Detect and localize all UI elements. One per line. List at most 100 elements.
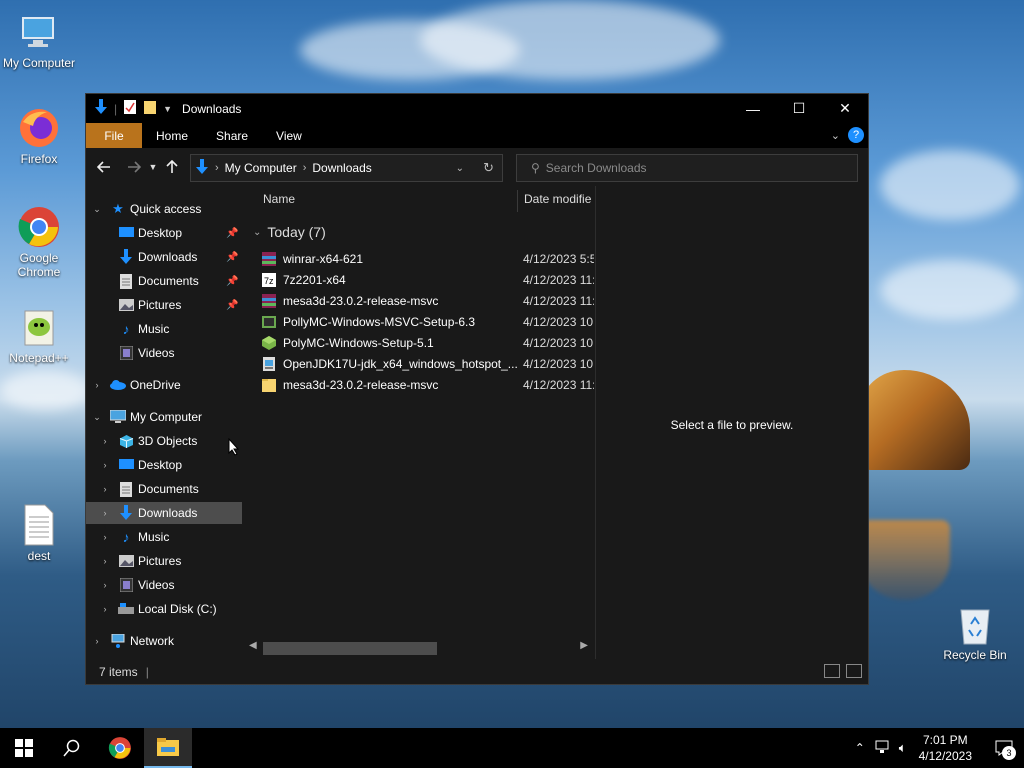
horizontal-scrollbar[interactable]: ◀ ▶ [243, 637, 594, 659]
nav-quick-music[interactable]: ♪ Music [86, 318, 242, 340]
chevron-right-icon[interactable]: › [100, 436, 110, 446]
large-icons-view-button[interactable] [846, 664, 862, 678]
column-divider[interactable] [517, 190, 518, 212]
chevron-right-icon[interactable]: › [100, 508, 110, 518]
file-row[interactable]: OpenJDK17U-jdk_x64_windows_hotspot_... 4… [261, 353, 594, 374]
nav-3d-objects[interactable]: › 3D Objects [86, 430, 242, 452]
scroll-left-arrow-icon[interactable]: ◀ [249, 640, 257, 651]
recent-locations-button[interactable]: ▼ [146, 155, 160, 179]
help-icon[interactable]: ? [848, 127, 864, 143]
address-bar[interactable]: › My Computer › Downloads ⌄ ↻ [190, 154, 503, 182]
chevron-right-icon[interactable]: › [100, 556, 110, 566]
new-folder-icon[interactable] [143, 99, 157, 118]
search-box[interactable]: ⚲ [516, 154, 858, 182]
column-date-header[interactable]: Date modifie [524, 192, 594, 206]
file-date: 4/12/2023 11: [523, 293, 594, 308]
action-center-button[interactable]: 3 [984, 728, 1024, 768]
tab-view[interactable]: View [262, 123, 316, 148]
address-history-chevron-icon[interactable]: ⌄ [456, 163, 464, 174]
chevron-right-icon[interactable]: › [100, 484, 110, 494]
nav-my-computer[interactable]: ⌄ My Computer [86, 406, 242, 428]
start-button[interactable] [0, 728, 48, 768]
desktop-icon-recycle-bin[interactable]: Recycle Bin [937, 602, 1013, 662]
desktop-icon-my-computer[interactable]: My Computer [1, 10, 77, 70]
show-hidden-icons-chevron-icon[interactable]: ⌃ [855, 741, 865, 755]
documents-icon [118, 481, 134, 497]
file-row[interactable]: PolyMC-Windows-Setup-5.1 4/12/2023 10: [261, 332, 594, 353]
nav-documents[interactable]: › Documents [86, 478, 242, 500]
taskbar-file-explorer[interactable] [144, 728, 192, 768]
nav-label: Quick access [130, 202, 202, 216]
back-button[interactable] [92, 155, 116, 179]
chevron-right-icon[interactable]: › [100, 532, 110, 542]
details-view-button[interactable] [824, 664, 840, 678]
desktop-icon-firefox[interactable]: Firefox [1, 106, 77, 166]
close-button[interactable]: ✕ [822, 94, 868, 123]
maximize-button[interactable]: ☐ [776, 94, 822, 123]
file-row[interactable]: PollyMC-Windows-MSVC-Setup-6.3 4/12/2023… [261, 311, 594, 332]
desktop-icon-notepadpp[interactable]: Notepad++ [1, 305, 77, 365]
column-name-header[interactable]: Name [263, 192, 295, 206]
customize-toolbar-icon[interactable]: ▼ [163, 104, 172, 114]
tab-file[interactable]: File [86, 123, 142, 148]
file-row[interactable]: mesa3d-23.0.2-release-msvc 4/12/2023 11: [261, 374, 594, 395]
up-button[interactable] [160, 155, 184, 179]
desktop-icon-label: Firefox [20, 152, 58, 166]
breadcrumb-my-computer[interactable]: My Computer [225, 161, 297, 175]
scroll-thumb[interactable] [263, 642, 437, 655]
nav-onedrive[interactable]: › OneDrive [86, 374, 242, 396]
desktop-icon-dest[interactable]: dest [1, 503, 77, 563]
chevron-down-icon[interactable]: ⌄ [92, 204, 102, 215]
nav-quick-access[interactable]: ⌄ ★ Quick access [86, 198, 242, 220]
desktop-icon-label: Notepad++ [9, 351, 69, 365]
file-row[interactable]: 7z 7z2201-x64 4/12/2023 11: [261, 269, 594, 290]
nav-network[interactable]: › Network [86, 630, 242, 652]
taskbar-chrome[interactable] [96, 728, 144, 768]
chevron-right-icon[interactable]: › [92, 636, 102, 646]
search-button[interactable] [48, 728, 96, 768]
nav-desktop[interactable]: › Desktop [86, 454, 242, 476]
network-icon[interactable] [875, 740, 891, 757]
videos-icon [118, 345, 134, 361]
chevron-down-icon[interactable]: ⌄ [92, 412, 102, 423]
minimize-button[interactable]: — [730, 94, 776, 123]
nav-quick-desktop[interactable]: Desktop 📌 [86, 222, 242, 244]
volume-icon[interactable]: 🔈︎ [899, 740, 907, 756]
quick-access-toolbar: | ▼ [86, 99, 172, 118]
pictures-icon [118, 297, 134, 313]
tab-share[interactable]: Share [202, 123, 262, 148]
expand-ribbon-icon[interactable]: ⌄ [831, 129, 840, 142]
chevron-right-icon[interactable]: › [92, 380, 102, 390]
scroll-right-arrow-icon[interactable]: ▶ [580, 640, 588, 651]
pin-icon: 📌 [226, 227, 239, 239]
file-row[interactable]: winrar-x64-621 4/12/2023 5:5 [261, 248, 594, 269]
nav-quick-documents[interactable]: Documents 📌 [86, 270, 242, 292]
refresh-icon[interactable]: ↻ [483, 160, 494, 176]
search-input[interactable] [545, 161, 836, 175]
clock-time: 7:01 PM [922, 733, 968, 747]
nav-quick-downloads[interactable]: Downloads 📌 [86, 246, 242, 268]
download-arrow-icon [118, 505, 134, 521]
nav-quick-videos[interactable]: Videos [86, 342, 242, 364]
notification-count-badge: 3 [1002, 746, 1016, 760]
folder-icon [261, 377, 277, 393]
breadcrumb-downloads[interactable]: Downloads [312, 161, 371, 175]
nav-videos[interactable]: › Videos [86, 574, 242, 596]
chevron-right-icon[interactable]: › [100, 460, 110, 470]
chevron-right-icon[interactable]: › [100, 604, 110, 614]
title-bar[interactable]: | ▼ Downloads — ☐ ✕ [86, 94, 868, 123]
nav-quick-pictures[interactable]: Pictures 📌 [86, 294, 242, 316]
nav-downloads[interactable]: › Downloads [86, 502, 242, 524]
rock-scenery [860, 370, 970, 470]
group-header-today[interactable]: ⌄ Today (7) [253, 224, 326, 240]
clock[interactable]: 7:01 PM 4/12/2023 [919, 732, 972, 764]
desktop-icon-chrome[interactable]: Google Chrome [1, 205, 77, 279]
nav-music[interactable]: › ♪ Music [86, 526, 242, 548]
tab-home[interactable]: Home [142, 123, 202, 148]
file-row[interactable]: mesa3d-23.0.2-release-msvc 4/12/2023 11: [261, 290, 594, 311]
chevron-right-icon[interactable]: › [100, 580, 110, 590]
nav-pictures[interactable]: › Pictures [86, 550, 242, 572]
properties-icon[interactable] [123, 99, 137, 118]
nav-local-disk[interactable]: › Local Disk (C:) [86, 598, 242, 620]
forward-button[interactable] [122, 155, 146, 179]
